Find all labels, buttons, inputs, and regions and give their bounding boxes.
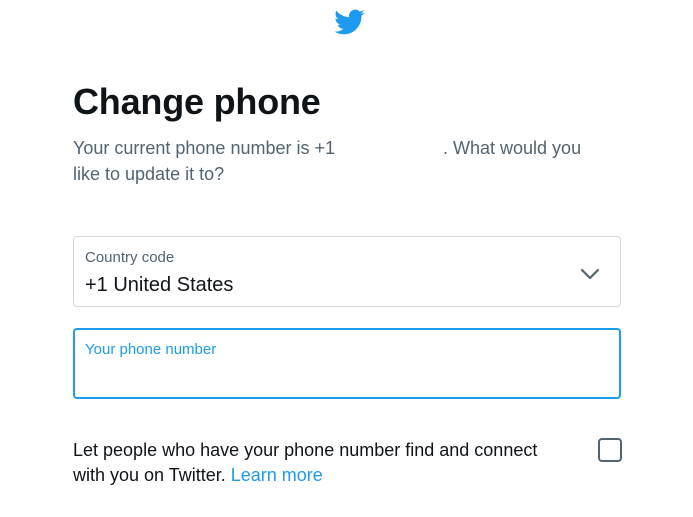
learn-more-link[interactable]: Learn more <box>231 465 323 485</box>
chevron-down-icon <box>580 268 600 280</box>
phone-number-label: Your phone number <box>85 341 217 358</box>
country-code-select[interactable]: Country code +1 United States <box>73 236 621 307</box>
page-title: Change phone <box>73 81 321 122</box>
country-code-value: +1 United States <box>85 274 234 296</box>
description-before: Your current phone number is +1 <box>73 138 336 158</box>
discoverability-checkbox[interactable] <box>598 438 622 462</box>
change-phone-page: Change phone Your current phone number i… <box>0 0 693 517</box>
phone-number-input[interactable] <box>85 364 605 390</box>
discoverability-text: Let people who have your phone number fi… <box>73 438 573 488</box>
phone-description: Your current phone number is +1. What wo… <box>73 135 613 187</box>
phone-number-field[interactable]: Your phone number <box>73 328 621 399</box>
twitter-bird-icon <box>334 9 365 35</box>
country-code-label: Country code <box>85 249 175 266</box>
